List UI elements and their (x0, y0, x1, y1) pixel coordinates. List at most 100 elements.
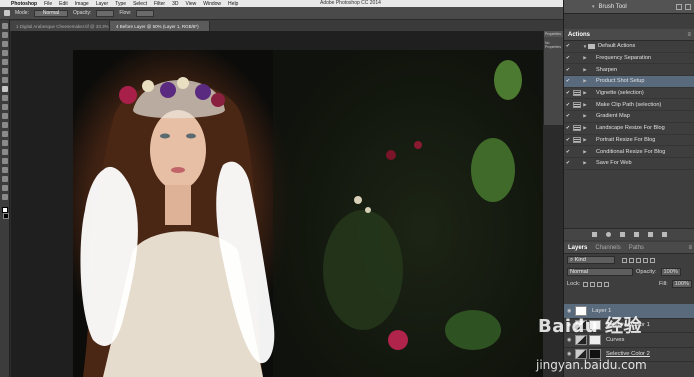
checkmark-icon[interactable]: ✔ (564, 137, 572, 143)
filter-kind-dropdown[interactable]: ⌕ Kind (567, 256, 615, 264)
new-set-folder-icon[interactable] (634, 232, 639, 237)
panel-menu-icon[interactable] (685, 3, 691, 10)
blend-mode-dropdown[interactable]: Normal (567, 268, 633, 276)
dialog-toggle[interactable] (573, 55, 581, 61)
shape-filter-icon[interactable] (643, 257, 648, 263)
dialog-toggle[interactable] (573, 78, 581, 84)
clone-stamp-tool-icon[interactable] (1, 95, 8, 101)
menu-window[interactable]: Window (203, 1, 221, 7)
checkmark-icon[interactable]: ✔ (564, 125, 572, 131)
lock-transparent-icon[interactable] (583, 281, 589, 287)
fill-value[interactable]: 100% (671, 280, 692, 288)
checkmark-icon[interactable]: ✔ (564, 78, 572, 84)
pixel-filter-icon[interactable] (622, 257, 627, 263)
dodge-tool-icon[interactable] (1, 140, 8, 146)
eraser-tool-icon[interactable] (1, 113, 8, 119)
dialog-toggle-icon[interactable] (573, 90, 581, 97)
properties-tab[interactable]: Properties (544, 31, 563, 37)
dialog-toggle-icon[interactable] (573, 101, 581, 108)
crop-tool-icon[interactable] (1, 59, 8, 65)
checkmark-icon[interactable]: ✔ (564, 55, 572, 61)
pen-tool-icon[interactable] (1, 149, 8, 155)
hand-tool-icon[interactable] (1, 185, 8, 191)
gradient-tool-icon[interactable] (1, 122, 8, 128)
type-tool-icon[interactable] (1, 158, 8, 164)
path-select-tool-icon[interactable] (1, 167, 8, 173)
action-item[interactable]: ✔ ▶ Save For Web (564, 158, 694, 170)
blur-tool-icon[interactable] (1, 131, 8, 137)
new-preset-icon[interactable] (676, 3, 682, 10)
menu-3d[interactable]: 3D (172, 1, 178, 7)
action-item[interactable]: ✔ ▶ Conditional Resize For Blog (564, 146, 694, 158)
stop-icon[interactable] (592, 232, 597, 237)
lasso-tool-icon[interactable] (1, 41, 8, 47)
action-item[interactable]: ✔ ▶ Frequency Separation (564, 53, 694, 65)
doc-tab-1[interactable]: 1 Digital Arabesque Cheesemaker.tif @ 33… (10, 21, 110, 31)
checkmark-icon[interactable]: ✔ (564, 43, 572, 49)
panel-options-icon[interactable]: ≡ (688, 245, 694, 251)
lock-position-icon[interactable] (597, 281, 603, 287)
smart-object-filter-icon[interactable] (650, 257, 655, 263)
action-item[interactable]: ✔ ▶ Gradient Map (564, 111, 694, 123)
action-set-default[interactable]: ✔ ▼ Default Actions (564, 41, 694, 53)
action-item[interactable]: ✔ ▶ Sharpen (564, 64, 694, 77)
panel-options-icon[interactable]: ≡ (687, 32, 694, 38)
dialog-toggle-icon[interactable] (573, 125, 581, 132)
healing-tool-icon[interactable] (1, 77, 8, 83)
menu-edit[interactable]: Edit (59, 1, 68, 7)
opacity-field[interactable] (96, 9, 115, 17)
action-item[interactable]: ✔ ▶ Landscape Resize For Blog (564, 123, 694, 135)
checkmark-icon[interactable]: ✔ (564, 90, 572, 96)
dialog-toggle[interactable] (573, 160, 581, 166)
action-item[interactable]: ✔ ▶ Portrait Resize For Blog (564, 135, 694, 147)
action-item[interactable]: ✔ ▶ Vignette (selection) (564, 88, 694, 100)
new-action-icon[interactable] (648, 232, 653, 237)
menu-layer[interactable]: Layer (96, 1, 109, 7)
canvas-area[interactable] (11, 31, 543, 377)
tool-presets-header[interactable]: ▾ Brush Tool (564, 0, 694, 14)
document-photo[interactable] (73, 50, 543, 377)
lock-image-icon[interactable] (590, 281, 596, 287)
menu-filter[interactable]: Filter (154, 1, 165, 7)
dialog-toggle[interactable] (573, 149, 581, 155)
flow-field[interactable] (136, 9, 155, 17)
action-item-selected[interactable]: ✔ ▶ Product Shot Setup (564, 76, 694, 88)
menu-app-name[interactable]: Photoshop (11, 1, 37, 7)
zoom-tool-icon[interactable] (1, 194, 8, 200)
move-tool-icon[interactable] (1, 23, 8, 29)
brush-preset-icon[interactable] (4, 10, 10, 16)
history-brush-tool-icon[interactable] (1, 104, 8, 110)
brush-tool-icon[interactable] (1, 86, 8, 92)
eyedropper-tool-icon[interactable] (1, 68, 8, 74)
dialog-toggle[interactable] (573, 43, 581, 49)
checkmark-icon[interactable]: ✔ (564, 67, 572, 73)
menu-help[interactable]: Help (228, 1, 238, 7)
quick-select-tool-icon[interactable] (1, 50, 8, 56)
checkmark-icon[interactable]: ✔ (564, 113, 572, 119)
doc-tab-2[interactable]: 4 Before Layer @ 50% (Layer 1, RGB/8*) (110, 21, 210, 31)
menu-select[interactable]: Select (133, 1, 147, 7)
shape-tool-icon[interactable] (1, 176, 8, 182)
menu-view[interactable]: View (186, 1, 197, 7)
dialog-toggle-icon[interactable] (573, 136, 581, 143)
adjustment-filter-icon[interactable] (629, 257, 634, 263)
dialog-toggle[interactable] (573, 113, 581, 119)
action-item[interactable]: ✔ ▶ Make Clip Path (selection) (564, 99, 694, 112)
background-color-swatch[interactable] (3, 213, 9, 219)
lock-all-icon[interactable] (604, 281, 610, 287)
play-icon[interactable] (620, 232, 625, 237)
tab-paths[interactable]: Paths (625, 245, 648, 251)
record-icon[interactable] (606, 232, 611, 237)
chevron-down-icon[interactable]: ▾ (592, 4, 595, 10)
opacity-value[interactable]: 100% (660, 268, 681, 276)
tab-layers[interactable]: Layers (564, 245, 591, 251)
trash-icon[interactable] (662, 232, 667, 237)
checkmark-icon[interactable]: ✔ (564, 160, 572, 166)
checkmark-icon[interactable]: ✔ (564, 149, 572, 155)
checkmark-icon[interactable]: ✔ (564, 102, 572, 108)
type-filter-icon[interactable] (636, 257, 641, 263)
menu-image[interactable]: Image (75, 1, 89, 7)
menu-file[interactable]: File (44, 1, 52, 7)
marquee-tool-icon[interactable] (1, 32, 8, 38)
dialog-toggle[interactable] (573, 67, 581, 73)
